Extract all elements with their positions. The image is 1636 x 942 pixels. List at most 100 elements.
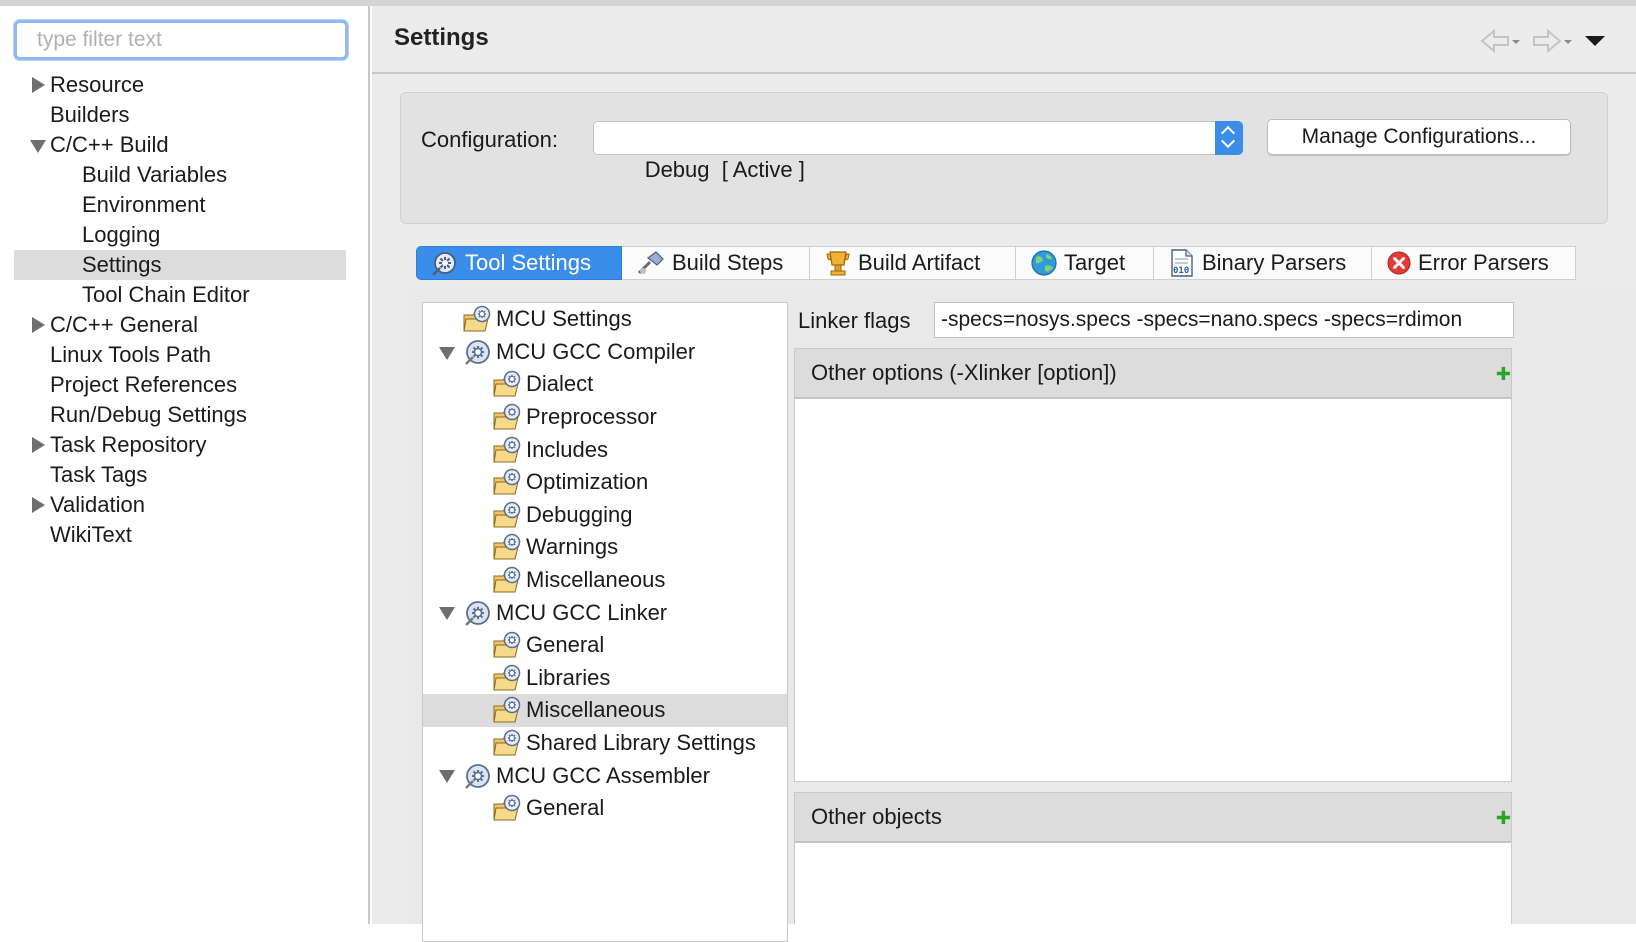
settings-tabs: Tool Settings Build Steps Build Artifact Ta… (416, 246, 1636, 280)
nav-item-wikitext[interactable]: WikiText (14, 520, 346, 550)
folder-settings-icon (493, 729, 526, 757)
nav-item-environment[interactable]: Environment (14, 190, 346, 220)
add-icon[interactable]: ✚ (1496, 365, 1511, 383)
nav-item-label: Resource (50, 72, 145, 97)
select-arrows-icon (1215, 121, 1243, 155)
nav-item-c-c-build[interactable]: C/C++ Build (14, 130, 346, 160)
folder-settings-icon (493, 794, 526, 822)
other-options-title: Other options (-Xlinker [option]) (811, 360, 1117, 385)
page-header: Settings (372, 6, 1636, 74)
preference-nav-pane: Resource Builders C/C++ Build Build Variabl… (0, 6, 370, 924)
tab-label: Build Artifact (858, 250, 981, 275)
tool-item-label: Preprocessor (526, 404, 657, 430)
folder-settings-icon (493, 533, 526, 561)
expanded-triangle-icon[interactable] (439, 760, 455, 790)
tab-build-steps[interactable]: Build Steps (622, 246, 810, 280)
tool-item-includes[interactable]: Includes (423, 433, 787, 466)
collapsed-triangle-icon[interactable] (30, 70, 46, 100)
back-arrow-icon[interactable] (1480, 28, 1520, 54)
tool-item-dialect[interactable]: Dialect (423, 368, 787, 401)
tool-item-mcu-gcc-assembler[interactable]: MCU GCC Assembler (423, 759, 787, 792)
view-menu-icon[interactable] (1584, 34, 1606, 48)
tool-item-libraries[interactable]: Libraries (423, 662, 787, 695)
tool-item-debugging[interactable]: Debugging (423, 499, 787, 532)
nav-item-label: C/C++ Build (50, 132, 169, 157)
tab-target[interactable]: Target (1016, 246, 1154, 280)
folder-settings-icon (493, 696, 526, 724)
nav-item-c-c-general[interactable]: C/C++ General (14, 310, 346, 340)
linker-flags-input[interactable] (934, 302, 1514, 338)
tool-item-general[interactable]: General (423, 629, 787, 662)
other-objects-list[interactable]: Other objects ✚ (794, 792, 1512, 924)
tool-item-miscellaneous[interactable]: Miscellaneous (423, 694, 787, 727)
nav-item-label: Task Repository (50, 432, 207, 457)
nav-item-settings[interactable]: Settings (14, 250, 346, 280)
other-options-list[interactable]: Other options (-Xlinker [option]) ✚ (794, 348, 1512, 782)
tab-tool-settings[interactable]: Tool Settings (416, 246, 622, 280)
nav-item-builders[interactable]: Builders (14, 100, 346, 130)
build-steps-icon (636, 249, 666, 277)
tool-item-label: Warnings (526, 534, 619, 560)
nav-item-validation[interactable]: Validation (14, 490, 346, 520)
folder-settings-icon (493, 370, 526, 398)
folder-settings-icon (493, 631, 526, 659)
tab-build-artifact[interactable]: Build Artifact (810, 246, 1016, 280)
nav-item-label: Environment (82, 192, 206, 217)
tab-binary-parsers[interactable]: 010 Binary Parsers (1154, 246, 1372, 280)
folder-settings-icon (493, 403, 526, 431)
error-parsers-icon (1386, 250, 1412, 276)
folder-settings-icon (493, 468, 526, 496)
other-options-body[interactable] (795, 399, 1511, 781)
tool-item-optimization[interactable]: Optimization (423, 466, 787, 499)
expanded-triangle-icon[interactable] (30, 130, 46, 160)
configuration-select[interactable]: Debug [ Active ] (593, 121, 1243, 182)
tool-item-mcu-settings[interactable]: MCU Settings (423, 303, 787, 336)
tool-item-warnings[interactable]: Warnings (423, 531, 787, 564)
tab-label: Binary Parsers (1202, 250, 1347, 275)
nav-item-build-variables[interactable]: Build Variables (14, 160, 346, 190)
nav-item-resource[interactable]: Resource (14, 70, 346, 100)
tool-item-miscellaneous[interactable]: Miscellaneous (423, 564, 787, 597)
nav-item-tool-chain-editor[interactable]: Tool Chain Editor (14, 280, 346, 310)
nav-item-linux-tools-path[interactable]: Linux Tools Path (14, 340, 346, 370)
tool-item-label: Libraries (526, 664, 611, 690)
nav-item-label: Settings (82, 252, 162, 277)
tool-item-general[interactable]: General (423, 792, 787, 825)
nav-item-label: Tool Chain Editor (82, 282, 250, 307)
tool-item-shared-library-settings[interactable]: Shared Library Settings (423, 727, 787, 760)
expanded-triangle-icon[interactable] (439, 337, 455, 367)
forward-arrow-icon[interactable] (1530, 28, 1574, 54)
collapsed-triangle-icon[interactable] (30, 430, 46, 460)
tool-item-label: Optimization (526, 469, 649, 495)
nav-item-task-tags[interactable]: Task Tags (14, 460, 346, 490)
tool-item-label: Includes (526, 436, 608, 462)
tool-settings-icon (431, 249, 459, 277)
manage-configurations-button[interactable]: Manage Configurations... (1267, 119, 1571, 155)
history-nav (1480, 28, 1606, 54)
collapsed-triangle-icon[interactable] (30, 310, 46, 340)
tool-item-preprocessor[interactable]: Preprocessor (423, 401, 787, 434)
tool-gear-icon (463, 762, 496, 790)
tab-label: Build Steps (672, 250, 784, 275)
nav-item-label: Linux Tools Path (50, 342, 212, 367)
tab-error-parsers[interactable]: Error Parsers (1372, 246, 1576, 280)
linker-flags-label: Linker flags (798, 308, 911, 333)
nav-item-run-debug-settings[interactable]: Run/Debug Settings (14, 400, 346, 430)
target-icon (1030, 249, 1058, 277)
tool-item-mcu-gcc-compiler[interactable]: MCU GCC Compiler (423, 336, 787, 369)
nav-item-logging[interactable]: Logging (14, 220, 346, 250)
tool-item-label: General (526, 795, 605, 821)
folder-settings-icon (493, 566, 526, 594)
nav-item-project-references[interactable]: Project References (14, 370, 346, 400)
nav-item-label: Validation (50, 492, 145, 517)
folder-settings-icon (493, 501, 526, 529)
other-objects-body[interactable] (795, 843, 1511, 924)
tool-item-mcu-gcc-linker[interactable]: MCU GCC Linker (423, 596, 787, 629)
collapsed-triangle-icon[interactable] (30, 490, 46, 520)
nav-item-task-repository[interactable]: Task Repository (14, 430, 346, 460)
expanded-triangle-icon[interactable] (439, 597, 455, 627)
page-title: Settings (394, 24, 489, 51)
add-icon[interactable]: ✚ (1496, 809, 1511, 827)
filter-input[interactable] (14, 20, 348, 60)
tool-item-label: MCU GCC Compiler (496, 338, 696, 364)
